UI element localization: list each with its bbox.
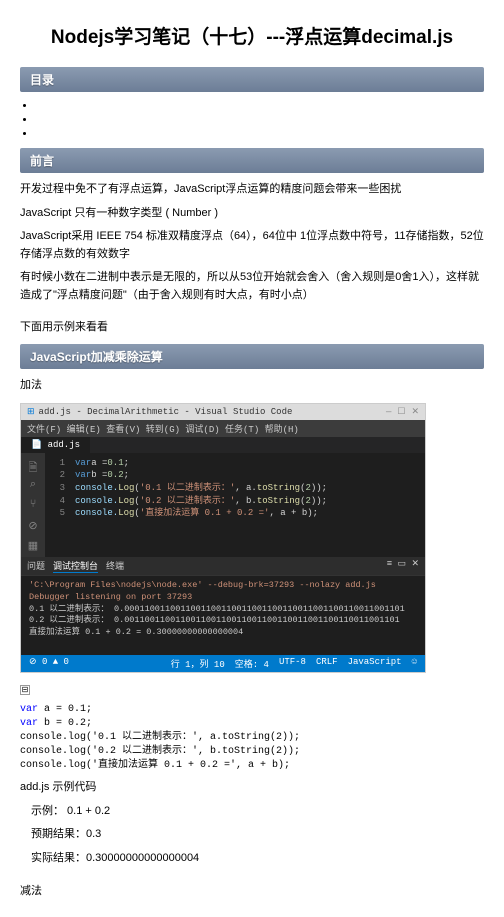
menu-bar[interactable]: 文件(F) 编辑(E) 查看(V) 转到(G) 调试(D) 任务(T) 帮助(H… bbox=[21, 420, 425, 437]
toc-list bbox=[36, 100, 484, 140]
ext-icon[interactable]: ▦ bbox=[27, 539, 39, 551]
section-jsop: JavaScript加减乘除运算 bbox=[20, 344, 484, 369]
editor-tab[interactable]: 📄 add.js bbox=[21, 437, 91, 453]
list-item bbox=[36, 114, 484, 126]
window-title: add.js - DecimalArithmetic - Visual Stud… bbox=[39, 407, 293, 417]
subheading-sub: 减法 bbox=[20, 883, 484, 901]
section-toc: 目录 bbox=[20, 67, 484, 92]
debug-console: 'C:\Program Files\nodejs\node.exe' --deb… bbox=[21, 575, 425, 655]
close-icon[interactable]: ✕ bbox=[411, 407, 419, 417]
tab-problems[interactable]: 问题 bbox=[27, 559, 45, 573]
paragraph: JavaScript 只有一种数字类型 ( Number ) bbox=[20, 205, 484, 223]
actual-line: 实际结果：0.30000000000000004 bbox=[20, 850, 484, 868]
minimize-icon[interactable]: — bbox=[386, 407, 391, 417]
expected-line: 预期结果：0.3 bbox=[20, 826, 484, 844]
window-titlebar: ⊞ add.js - DecimalArithmetic - Visual St… bbox=[21, 404, 425, 420]
status-spaces[interactable]: 空格: 4 bbox=[235, 657, 269, 670]
paragraph: JavaScript采用 IEEE 754 标准双精度浮点（64），64位中 1… bbox=[20, 228, 484, 263]
list-item bbox=[36, 128, 484, 140]
tab-bar: 📄 add.js bbox=[21, 437, 425, 453]
paragraph: 下面用示例来看看 bbox=[20, 319, 484, 337]
section-preface: 前言 bbox=[20, 148, 484, 173]
scm-icon[interactable]: ⑂ bbox=[27, 499, 39, 511]
tab-debug-console[interactable]: 调试控制台 bbox=[53, 559, 98, 573]
status-feedback-icon[interactable]: ☺ bbox=[412, 657, 417, 670]
code-snippet: var a = 0.1; var b = 0.2; console.log('0… bbox=[20, 703, 484, 773]
status-lang[interactable]: JavaScript bbox=[348, 657, 402, 670]
status-enc[interactable]: UTF-8 bbox=[279, 657, 306, 670]
list-item bbox=[36, 100, 484, 112]
tab-terminal[interactable]: 终端 bbox=[106, 559, 124, 573]
vscode-icon: ⊞ bbox=[27, 407, 35, 417]
code-area[interactable]: 1var a = 0.1; 2var b = 0.2; 3console.Log… bbox=[45, 453, 425, 557]
vscode-editor: ⊞ add.js - DecimalArithmetic - Visual St… bbox=[20, 403, 426, 673]
paragraph: 开发过程中免不了有浮点运算，JavaScript浮点运算的精度问题会带来一些困扰 bbox=[20, 181, 484, 199]
code-caption: add.js 示例代码 bbox=[20, 779, 484, 797]
status-errors[interactable]: ⊘ 0 ▲ 0 bbox=[29, 657, 69, 670]
files-icon[interactable]: 🗎 bbox=[27, 459, 39, 471]
example-line: 示例： 0.1 + 0.2 bbox=[20, 803, 484, 821]
status-ln[interactable]: 行 1，列 10 bbox=[171, 657, 225, 670]
debug-icon[interactable]: ⊘ bbox=[27, 519, 39, 531]
subheading-add: 加法 bbox=[20, 377, 484, 395]
panel-close-icon[interactable]: ≡ ▭ ✕ bbox=[387, 559, 419, 573]
panel-tabs: 问题 调试控制台 终端 ≡ ▭ ✕ bbox=[21, 557, 425, 575]
page-title: Nodejs学习笔记（十七）---浮点运算decimal.js bbox=[0, 22, 504, 49]
status-eol[interactable]: CRLF bbox=[316, 657, 338, 670]
maximize-icon[interactable]: ☐ bbox=[397, 407, 405, 417]
activity-bar: 🗎 ⌕ ⑂ ⊘ ▦ bbox=[21, 453, 45, 557]
status-bar: ⊘ 0 ▲ 0 行 1，列 10 空格: 4 UTF-8 CRLF JavaSc… bbox=[21, 655, 425, 672]
collapse-icon[interactable]: ⊟ bbox=[20, 685, 30, 695]
search-icon[interactable]: ⌕ bbox=[27, 479, 39, 491]
paragraph: 有时候小数在二进制中表示是无限的，所以从53位开始就会舍入（舍入规则是0舍1入）… bbox=[20, 269, 484, 304]
